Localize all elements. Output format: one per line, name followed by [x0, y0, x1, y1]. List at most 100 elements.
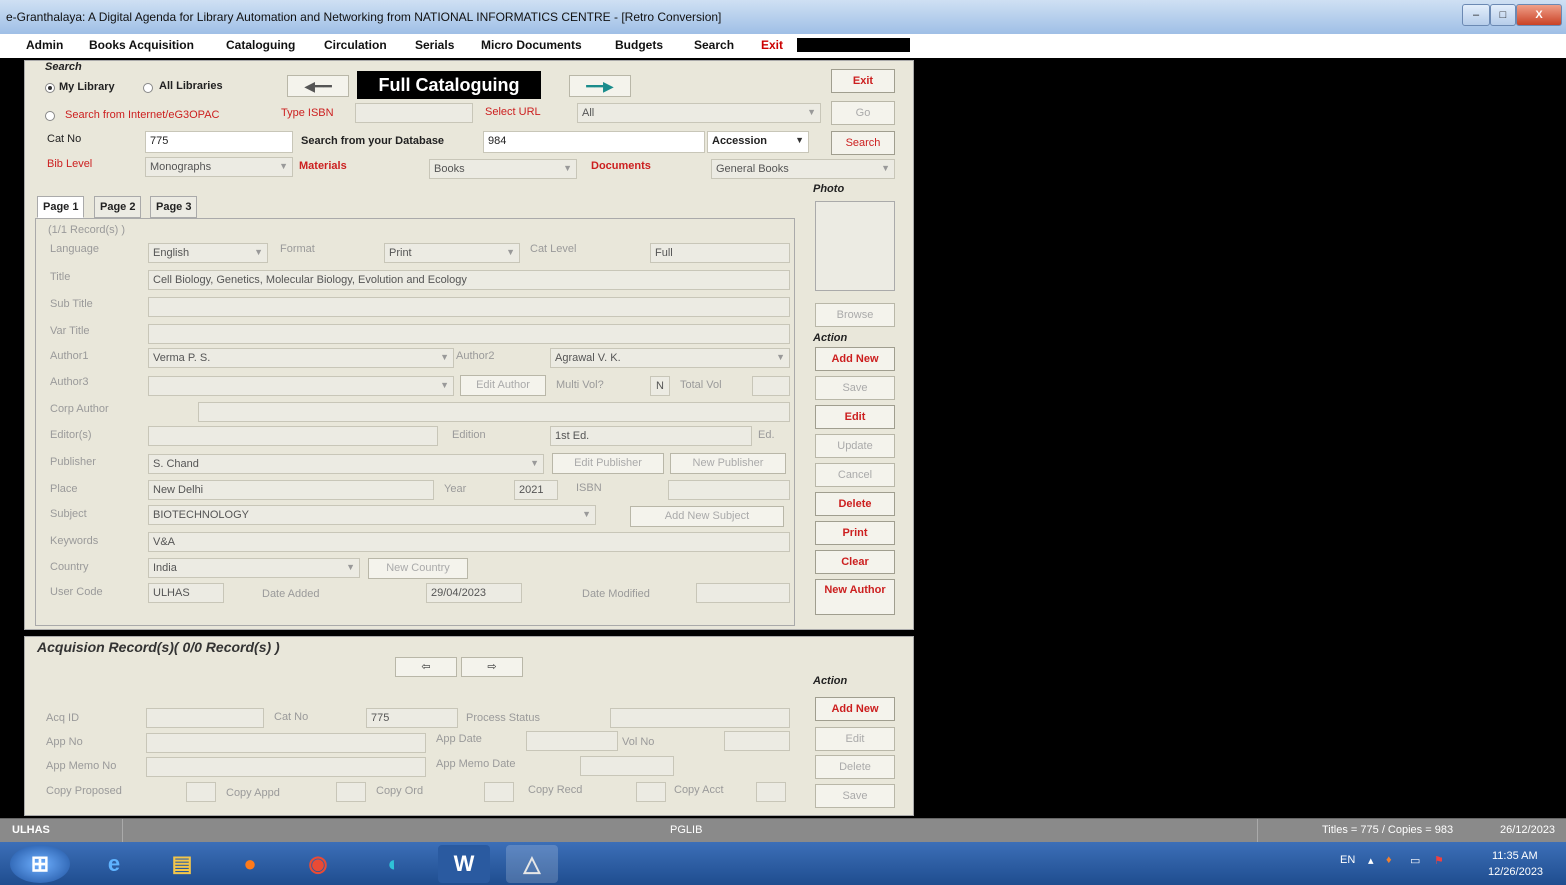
- acq-cat-no-input[interactable]: 775: [366, 708, 458, 728]
- country-select[interactable]: India ▼: [148, 558, 360, 578]
- total-vol-input[interactable]: [752, 376, 790, 396]
- print-button[interactable]: Print: [815, 521, 895, 545]
- volume-icon[interactable]: ⚑: [1434, 854, 1444, 867]
- process-status-input[interactable]: [610, 708, 790, 728]
- vol-no-input[interactable]: [724, 731, 790, 751]
- network-icon[interactable]: ♦: [1386, 854, 1392, 866]
- word-icon[interactable]: W: [438, 845, 490, 883]
- acq-delete-button[interactable]: Delete: [815, 755, 895, 779]
- update-button[interactable]: Update: [815, 434, 895, 458]
- edge-icon[interactable]: ◐: [368, 845, 420, 883]
- menu-exit[interactable]: Exit: [761, 38, 783, 52]
- acq-add-new-button[interactable]: Add New: [815, 697, 895, 721]
- materials-select[interactable]: Books ▼: [429, 159, 577, 179]
- date-added-input[interactable]: 29/04/2023: [426, 583, 522, 603]
- documents-select[interactable]: General Books ▼: [711, 159, 895, 179]
- format-select[interactable]: Print ▼: [384, 243, 520, 263]
- clear-button[interactable]: Clear: [815, 550, 895, 574]
- author2-select[interactable]: Agrawal V. K. ▼: [550, 348, 790, 368]
- menu-micro-documents[interactable]: Micro Documents: [481, 38, 582, 52]
- close-button[interactable]: X: [1516, 4, 1562, 26]
- start-button[interactable]: ⊞: [10, 845, 70, 883]
- author1-select[interactable]: Verma P. S. ▼: [148, 348, 454, 368]
- exit-button[interactable]: Exit: [831, 69, 895, 93]
- corp-author-input[interactable]: [198, 402, 790, 422]
- var-title-input[interactable]: [148, 324, 790, 344]
- menu-books-acquisition[interactable]: Books Acquisition: [89, 38, 194, 52]
- edit-publisher-button[interactable]: Edit Publisher: [552, 453, 664, 474]
- title-input[interactable]: Cell Biology, Genetics, Molecular Biolog…: [148, 270, 790, 290]
- isbn-input[interactable]: [355, 103, 473, 123]
- my-library-radio[interactable]: [45, 83, 55, 93]
- app-no-input[interactable]: [146, 733, 426, 753]
- browse-button[interactable]: Browse: [815, 303, 895, 327]
- language-indicator[interactable]: EN: [1340, 854, 1355, 866]
- maximize-button[interactable]: □: [1490, 4, 1516, 26]
- url-select[interactable]: All ▼: [577, 103, 821, 123]
- sub-title-input[interactable]: [148, 297, 790, 317]
- multi-vol-input[interactable]: N: [650, 376, 670, 396]
- new-author-button[interactable]: New Author: [815, 579, 895, 615]
- media-player-icon[interactable]: ●: [224, 845, 276, 883]
- delete-button[interactable]: Delete: [815, 492, 895, 516]
- tab-page-1[interactable]: Page 1: [37, 196, 85, 218]
- cancel-button[interactable]: Cancel: [815, 463, 895, 487]
- cat-no-input[interactable]: 775: [145, 131, 293, 153]
- acq-prev-button[interactable]: ⇦: [395, 657, 457, 677]
- file-explorer-icon[interactable]: ▤: [156, 845, 208, 883]
- menu-budgets[interactable]: Budgets: [615, 38, 663, 52]
- chrome-icon[interactable]: ◉: [292, 845, 344, 883]
- isbn-field[interactable]: [668, 480, 790, 500]
- keywords-input[interactable]: V&A: [148, 532, 790, 552]
- app-memo-input[interactable]: [146, 757, 426, 777]
- place-input[interactable]: New Delhi: [148, 480, 434, 500]
- new-country-button[interactable]: New Country: [368, 558, 468, 579]
- acq-id-input[interactable]: [146, 708, 264, 728]
- menu-admin[interactable]: Admin: [26, 38, 63, 52]
- app-date-input[interactable]: [526, 731, 618, 751]
- subject-select[interactable]: BIOTECHNOLOGY ▼: [148, 505, 596, 525]
- internet-explorer-icon[interactable]: e: [88, 845, 140, 883]
- granthalaya-icon[interactable]: △: [506, 845, 558, 883]
- menu-serials[interactable]: Serials: [415, 38, 454, 52]
- copy-recd-input[interactable]: [636, 782, 666, 802]
- go-button[interactable]: Go: [831, 101, 895, 125]
- add-new-button[interactable]: Add New: [815, 347, 895, 371]
- minimize-button[interactable]: –: [1462, 4, 1490, 26]
- clock-time[interactable]: 11:35 AM: [1492, 850, 1538, 862]
- author3-select[interactable]: ▼: [148, 376, 454, 396]
- language-select[interactable]: English ▼: [148, 243, 268, 263]
- search-button[interactable]: Search: [831, 131, 895, 155]
- edit-author-button[interactable]: Edit Author: [460, 375, 546, 396]
- search-db-input[interactable]: 984: [483, 131, 705, 153]
- prev-record-button[interactable]: ◀━━: [287, 75, 349, 97]
- bib-level-select[interactable]: Monographs ▼: [145, 157, 293, 177]
- editors-input[interactable]: [148, 426, 438, 446]
- action-center-icon[interactable]: ▭: [1410, 854, 1420, 867]
- clock-date[interactable]: 12/26/2023: [1488, 866, 1543, 878]
- new-publisher-button[interactable]: New Publisher: [670, 453, 786, 474]
- tab-page-3[interactable]: Page 3: [150, 196, 198, 218]
- date-modified-input[interactable]: [696, 583, 790, 603]
- menu-search[interactable]: Search: [694, 38, 734, 52]
- publisher-select[interactable]: S. Chand ▼: [148, 454, 544, 474]
- all-libraries-radio[interactable]: [143, 83, 153, 93]
- save-button[interactable]: Save: [815, 376, 895, 400]
- acq-save-button[interactable]: Save: [815, 784, 895, 808]
- menu-cataloguing[interactable]: Cataloguing: [226, 38, 295, 52]
- acq-next-button[interactable]: ⇨: [461, 657, 523, 677]
- edition-input[interactable]: 1st Ed.: [550, 426, 752, 446]
- app-memo-date-input[interactable]: [580, 756, 674, 776]
- add-new-subject-button[interactable]: Add New Subject: [630, 506, 784, 527]
- copy-proposed-input[interactable]: [186, 782, 216, 802]
- year-input[interactable]: 2021: [514, 480, 558, 500]
- menu-circulation[interactable]: Circulation: [324, 38, 387, 52]
- next-record-button[interactable]: ━━▶: [569, 75, 631, 97]
- accession-select[interactable]: Accession ▼: [707, 131, 809, 153]
- copy-appd-input[interactable]: [336, 782, 366, 802]
- acq-edit-button[interactable]: Edit: [815, 727, 895, 751]
- cat-level-input[interactable]: Full: [650, 243, 790, 263]
- internet-search-radio[interactable]: [45, 111, 55, 121]
- tray-chevron-icon[interactable]: ▴: [1368, 854, 1374, 867]
- tab-page-2[interactable]: Page 2: [94, 196, 142, 218]
